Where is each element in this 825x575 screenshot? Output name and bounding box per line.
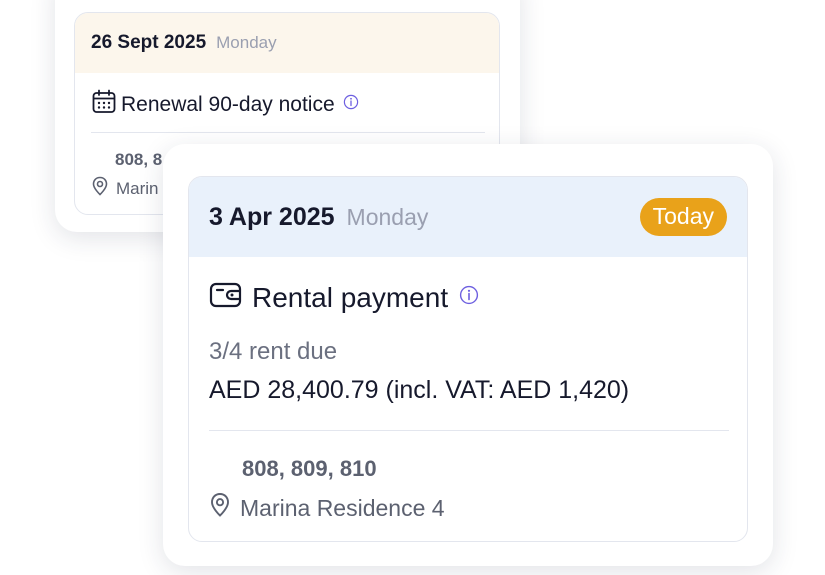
location-row: Marina Residence 4 — [209, 492, 445, 524]
location-name: Marin — [116, 178, 159, 198]
event-weekday: Monday — [216, 33, 277, 52]
info-icon[interactable] — [459, 285, 479, 310]
event-title: Rental payment — [252, 281, 449, 313]
info-icon[interactable] — [343, 94, 359, 115]
wallet-icon — [209, 280, 243, 315]
card-header: 26 Sept 2025 Monday — [75, 13, 499, 73]
payment-amount: AED 28,400.79 (incl. VAT: AED 1,420) — [209, 376, 630, 404]
location-name: Marina Residence 4 — [240, 494, 445, 521]
event-date: 3 Apr 2025 — [209, 202, 335, 231]
event-date: 26 Sept 2025 — [91, 32, 207, 53]
calendar-icon — [91, 89, 117, 120]
event-title: Renewal 90-day notice — [121, 92, 335, 116]
divider — [209, 430, 729, 431]
rent-due-label: 3/4 rent due — [209, 338, 338, 365]
location-pin-icon — [91, 176, 109, 201]
divider — [91, 132, 485, 133]
location-pin-icon — [209, 492, 231, 524]
event-weekday: Monday — [346, 203, 429, 230]
card-header: 3 Apr 2025 Monday Today — [189, 177, 747, 257]
today-badge: Today — [639, 198, 727, 236]
event-title-row: Rental payment — [209, 280, 479, 315]
unit-numbers: 808, 809, 810 — [242, 456, 377, 481]
unit-numbers: 808, 8 — [115, 150, 163, 169]
location-row: Marin — [91, 176, 159, 201]
event-title-row: Renewal 90-day notice — [91, 89, 359, 120]
event-card-rental-payment[interactable]: 3 Apr 2025 Monday Today Rental payment 3… — [188, 176, 748, 542]
